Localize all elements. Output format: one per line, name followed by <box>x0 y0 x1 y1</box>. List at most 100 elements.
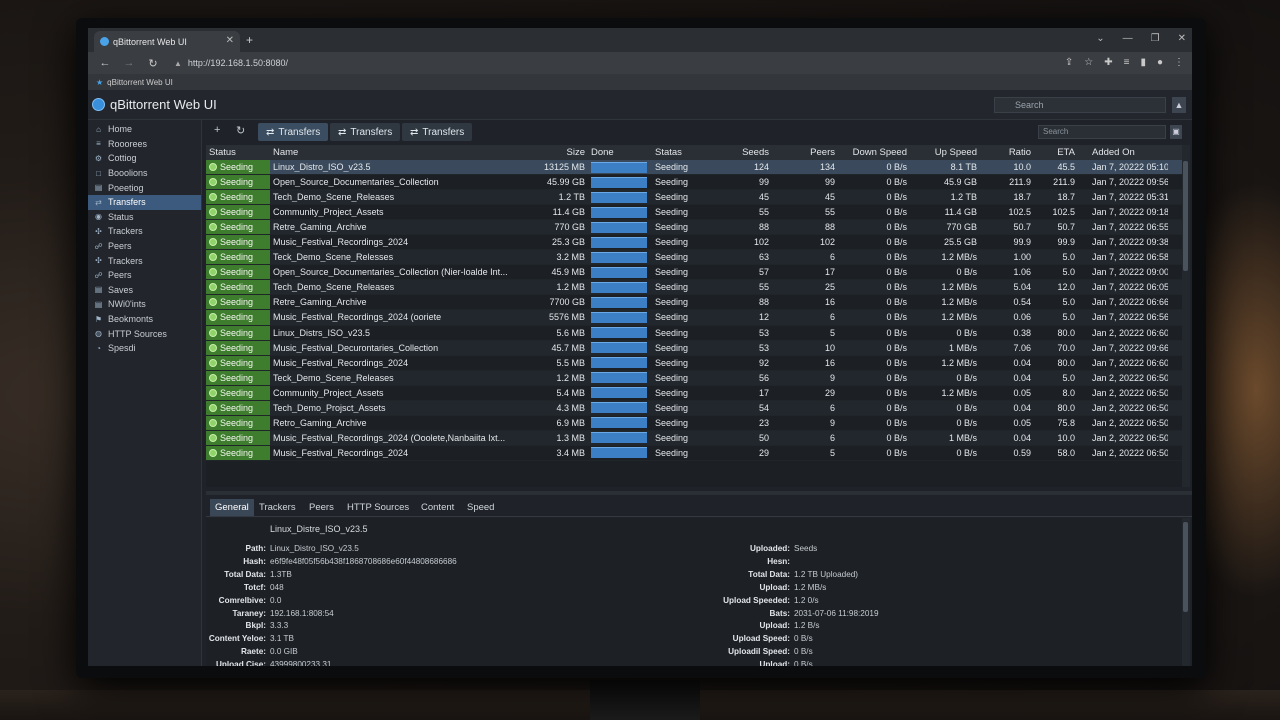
column-header-status[interactable]: Status <box>206 145 270 160</box>
table-row[interactable]: Seeding Tech_Demo_Projsct_Assets 4.3 MB See… <box>206 400 1182 416</box>
sidebar-item-spesdi[interactable]: ◔ Spesdi <box>88 341 201 356</box>
url-field[interactable]: ▲ http://192.168.1.50:8080/ <box>174 58 288 68</box>
table-row[interactable]: Seeding Linux_Distro_ISO_v23.5 13125 MB See… <box>206 160 1182 176</box>
tab-transfers-1[interactable]: ⇄ Transfers <box>258 123 329 141</box>
sidebar-item-trackers[interactable]: ✣ Trackers <box>88 253 201 268</box>
reload-icon[interactable]: ↻ <box>146 57 160 70</box>
detail-key: Upload: <box>759 621 790 631</box>
detail-right-row: Bats: 2031-07-06 11:98:2019 <box>626 609 879 618</box>
new-tab-icon[interactable]: + <box>246 33 253 47</box>
column-header-down-speed[interactable]: Down Speed <box>838 147 910 158</box>
table-row[interactable]: Seeding Music_Festival_Recordings_2024 3.4… <box>206 445 1182 461</box>
table-row[interactable]: Seeding Community_Project_Assets 5.4 MB See… <box>206 385 1182 401</box>
table-row[interactable]: Seeding Music_Festival_Recordings_2024 (o… <box>206 310 1182 326</box>
table-row[interactable]: Seeding Music_Festival_Recordings_2024 (O… <box>206 430 1182 446</box>
restore-icon[interactable]: ❐ <box>1151 33 1160 44</box>
sidebar-item-booolions[interactable]: □ Booolions <box>88 166 201 181</box>
table-row[interactable]: Seeding Retro_Gaming_Archive 6.9 MB Seeding… <box>206 415 1182 431</box>
table-row[interactable]: Seeding Teck_Demo_Scene_Releases 1.2 MB See… <box>206 370 1182 386</box>
user-icon[interactable]: ▲ <box>1172 97 1186 113</box>
table-row[interactable]: Seeding Tech_Demo_Scene_Releases 1.2 TB See… <box>206 190 1182 206</box>
bookmark-item[interactable]: qBittorrent Web UI <box>107 78 173 87</box>
table-row[interactable]: Seeding Retre_Gaming_Archive 770 GB Seeding… <box>206 220 1182 236</box>
column-header-up-speed[interactable]: Up Speed <box>910 147 980 158</box>
column-header-size[interactable]: Size <box>528 147 588 158</box>
scrollbar-thumb[interactable] <box>1183 522 1188 612</box>
minimize-icon[interactable]: — <box>1123 33 1133 44</box>
close-window-icon[interactable]: ✕ <box>1178 33 1186 44</box>
panel-splitter[interactable] <box>206 491 1192 495</box>
sidebar-item-trackers[interactable]: ✣ Trackers <box>88 224 201 239</box>
tab-http-sources[interactable]: HTTP Sources <box>342 499 414 516</box>
table-row[interactable]: Seeding Tech_Demo_Scene_Releases 1.2 MB See… <box>206 280 1182 296</box>
sidebar-item-http-sources[interactable]: ◍ HTTP Sources <box>88 326 201 341</box>
table-row[interactable]: Seeding Linux_Distrs_ISO_v23.5 5.6 MB Seedi… <box>206 325 1182 341</box>
cell-up: 0 B/s <box>956 372 977 383</box>
sidebar-item-saves[interactable]: ▤ Saves <box>88 283 201 298</box>
tab-trackers[interactable]: Trackers <box>254 499 301 516</box>
cell-name: Tech_Demo_Scene_Releases <box>273 282 395 293</box>
table-row[interactable]: Seeding Open_Source_Documentaries_Collect… <box>206 265 1182 281</box>
sidebar-item-nwi0-ints[interactable]: ▤ NWi0'ints <box>88 297 201 312</box>
status-text: Seeding <box>220 222 254 233</box>
status-text: Seeding <box>220 342 254 353</box>
column-header-done[interactable]: Done <box>588 145 652 160</box>
cell-size: 3.2 MB <box>556 252 585 263</box>
filter-options-icon[interactable]: ▣ <box>1170 125 1182 139</box>
sidebar-item-beokmonts[interactable]: ⚑ Beokmonts <box>88 312 201 327</box>
column-header-eta[interactable]: ETA <box>1034 147 1078 158</box>
search-input[interactable]: Search <box>994 97 1166 113</box>
column-header-added-on[interactable]: Added On <box>1078 147 1168 158</box>
profile-icon[interactable]: ● <box>1157 57 1163 68</box>
chevron-down-icon[interactable]: ⌄ <box>1096 33 1104 44</box>
scrollbar-thumb[interactable] <box>1183 161 1188 271</box>
column-header-seeds[interactable]: Seeds <box>712 147 772 158</box>
cell-up: 1.2 MB/s <box>941 282 977 293</box>
column-header-ratio[interactable]: Ratio <box>980 147 1034 158</box>
table-scrollbar[interactable] <box>1182 145 1190 487</box>
sidebar-toggle-icon[interactable]: ▮ <box>1140 57 1146 68</box>
puzzle-icon[interactable]: ✚ <box>1104 57 1112 68</box>
menu-dots-icon[interactable]: ⋮ <box>1174 57 1184 68</box>
table-row[interactable]: Seeding Music_Festival_Recordings_2024 5.5… <box>206 355 1182 371</box>
table-row[interactable]: Seeding Teck_Demo_Scene_Relesses 3.2 MB See… <box>206 250 1182 266</box>
column-header-name[interactable]: Name <box>270 147 528 158</box>
column-header-statas[interactable]: Statas <box>652 147 712 158</box>
sidebar-item-peers[interactable]: ☍ Peers <box>88 268 201 283</box>
sidebar-item-home[interactable]: ⌂ Home <box>88 122 201 137</box>
tab-peers[interactable]: Peers <box>304 499 339 516</box>
sidebar-item-peers[interactable]: ☍ Peers <box>88 239 201 254</box>
sidebar-item-transfers[interactable]: ⇄ Transfers <box>88 194 201 210</box>
cell-status: Seeding <box>206 370 270 385</box>
add-icon[interactable]: + <box>214 124 220 136</box>
tab-speed[interactable]: Speed <box>462 499 499 516</box>
bookmark-star-icon[interactable]: ☆ <box>1084 57 1093 68</box>
back-icon[interactable]: ← <box>98 57 112 69</box>
forward-icon[interactable]: → <box>122 57 136 69</box>
column-header-peers[interactable]: Peers <box>772 147 838 158</box>
media-icon[interactable]: ≡ <box>1124 57 1130 68</box>
tab-general[interactable]: General <box>210 499 254 516</box>
tab-transfers-3[interactable]: ⇄ Transfers <box>402 123 473 141</box>
close-tab-icon[interactable]: ✕ <box>226 35 234 46</box>
progress-bar <box>591 281 647 293</box>
cell-up: 1 MB/s <box>948 432 977 443</box>
details-scrollbar[interactable] <box>1182 518 1190 666</box>
refresh-icon[interactable]: ↻ <box>236 124 245 137</box>
filter-input[interactable]: Search <box>1038 125 1166 139</box>
table-row[interactable]: Seeding Music_Festival_Decurontaries_Coll… <box>206 340 1182 356</box>
share-icon[interactable]: ⇪ <box>1065 57 1073 68</box>
sidebar-item-poeetiog[interactable]: ▤ Poeetiog <box>88 180 201 195</box>
tab-content[interactable]: Content <box>416 499 459 516</box>
table-row[interactable]: Seeding Open_Source_Documentaries_Collect… <box>206 175 1182 191</box>
table-row[interactable]: Seeding Community_Project_Assets 11.4 GB Se… <box>206 205 1182 221</box>
sidebar-item-cottiog[interactable]: ⚙ Cottiog <box>88 151 201 166</box>
sidebar-item-status[interactable]: ◉ Status <box>88 210 201 225</box>
sidebar-item-rooorees[interactable]: ≡ Rooorees <box>88 137 201 152</box>
browser-tab[interactable]: qBittorrent Web UI ✕ <box>94 31 240 52</box>
cell-state: Seeding <box>655 282 689 293</box>
table-row[interactable]: Seeding Retre_Gaming_Archive 7700 GB Seedin… <box>206 295 1182 311</box>
tab-transfers-2[interactable]: ⇄ Transfers <box>330 123 401 141</box>
table-row[interactable]: Seeding Music_Festival_Recordings_2024 25.… <box>206 235 1182 251</box>
status-text: Seeding <box>220 267 254 278</box>
